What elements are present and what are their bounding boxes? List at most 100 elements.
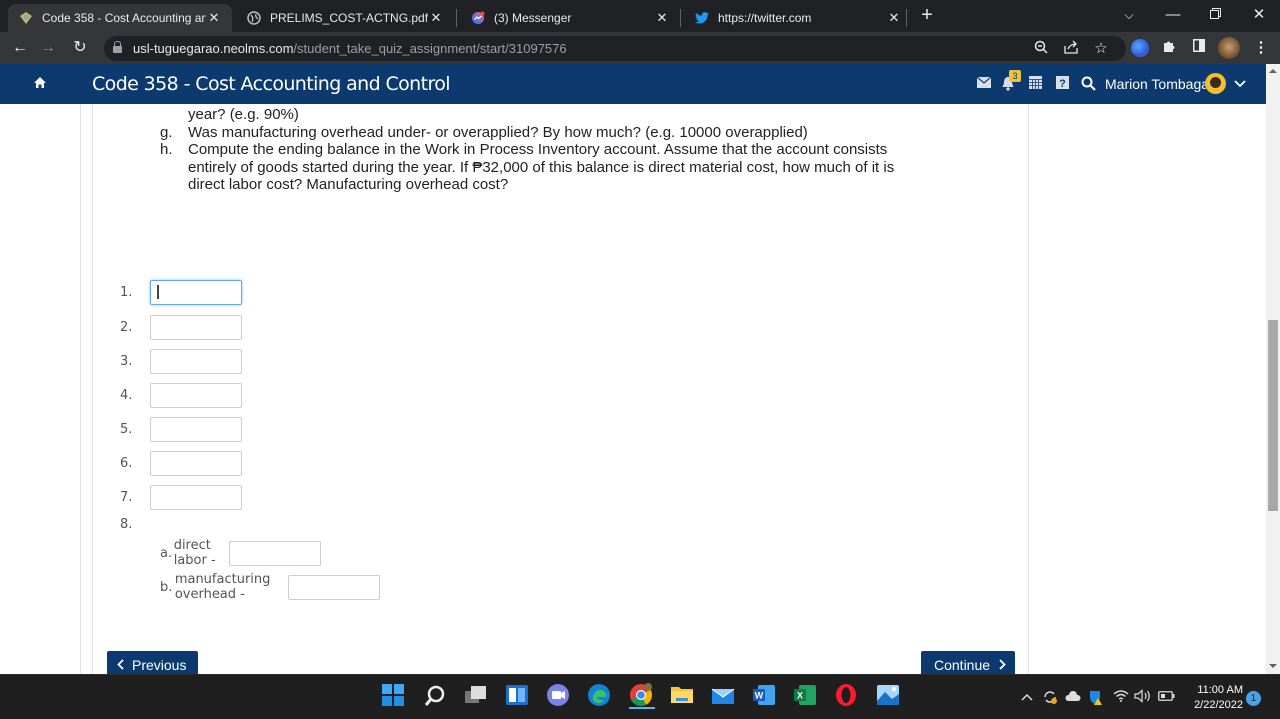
answer-row-8b: b. manufacturing overhead - (160, 572, 380, 602)
direct-labor-input[interactable] (229, 540, 322, 566)
search-icon[interactable] (422, 683, 448, 709)
tab-search-icon[interactable]: ⌵ (1116, 4, 1142, 26)
manufacturing-overhead-input[interactable] (287, 574, 380, 600)
notification-center-badge[interactable]: 1 (1246, 691, 1261, 706)
reload-button[interactable]: ↻ (70, 38, 90, 58)
forward-button[interactable]: → (38, 38, 58, 58)
battery-icon[interactable] (1157, 689, 1175, 705)
neo-lms-icon (18, 10, 34, 26)
zoom-icon[interactable] (1032, 40, 1050, 58)
question-item: year? (e.g. 90%) (188, 106, 299, 123)
start-icon[interactable] (381, 683, 407, 709)
address-bar[interactable]: usl-tuguegarao.neolms.com/student_take_q… (104, 36, 1126, 61)
chrome-icon[interactable] (629, 683, 655, 709)
course-title[interactable]: Code 358 - Cost Accounting and Control (92, 73, 451, 95)
page-scrollbar[interactable] (1266, 64, 1280, 674)
continue-button[interactable]: Continue (921, 651, 1015, 674)
photos-icon[interactable] (876, 683, 902, 709)
extension-blue-orb-icon[interactable] (1131, 39, 1149, 57)
answer-input-5[interactable] (150, 416, 242, 442)
tab-twitter[interactable]: https://twitter.com ✕ (688, 4, 908, 32)
svg-text:W: W (755, 691, 764, 701)
globe-icon (246, 10, 262, 26)
text-cursor (157, 285, 159, 299)
chrome-menu-icon[interactable]: ⋮ (1252, 39, 1270, 57)
excel-icon[interactable]: X (793, 683, 819, 709)
answer-input-3[interactable] (150, 348, 242, 374)
previous-button[interactable]: Previous (107, 651, 198, 674)
task-view-icon[interactable] (464, 683, 490, 709)
widgets-icon[interactable] (505, 683, 531, 709)
opera-icon[interactable] (834, 683, 860, 709)
close-window-button[interactable]: ✕ (1246, 4, 1272, 26)
messenger-icon (470, 10, 486, 26)
browser-tab-bar: Code 358 - Cost Accounting and Control ✕… (0, 0, 1280, 32)
answer-row-2: 2. (120, 314, 242, 340)
answer-row-8: 8. (120, 516, 133, 532)
edge-icon[interactable] (587, 683, 613, 709)
notification-badge: 3 (1009, 70, 1021, 82)
svg-text:X: X (797, 691, 803, 701)
new-tab-button[interactable]: + (916, 5, 938, 27)
teams-chat-icon[interactable] (546, 683, 572, 709)
close-tab-icon[interactable]: ✕ (428, 10, 444, 26)
system-clock[interactable]: 11:00 AM 2/22/2022 (1183, 683, 1243, 713)
word-icon[interactable]: W (752, 683, 778, 709)
app-header: Code 358 - Cost Accounting and Control ? (0, 64, 1266, 104)
restore-button[interactable] (1202, 4, 1228, 26)
answer-input-7[interactable] (150, 484, 242, 510)
extensions-puzzle-icon[interactable] (1160, 39, 1178, 57)
answer-row-3: 3. (120, 348, 242, 374)
question-item-h: h. Compute the ending balance in the Wor… (160, 141, 895, 193)
mail-icon[interactable] (976, 76, 992, 92)
lock-icon (113, 41, 122, 53)
onedrive-cloud-icon[interactable] (1065, 689, 1081, 705)
question-text: year? (e.g. 90%) g. Was manufacturing ov… (160, 106, 910, 194)
close-tab-icon[interactable]: ✕ (206, 10, 222, 26)
svg-text:?: ? (1059, 78, 1066, 89)
minimize-button[interactable]: — (1160, 4, 1186, 26)
answer-row-1: 1. (120, 279, 242, 305)
search-icon[interactable] (1080, 76, 1096, 92)
url-text[interactable]: usl-tuguegarao.neolms.com/student_take_q… (133, 41, 567, 56)
volume-icon[interactable] (1134, 689, 1152, 707)
wifi-icon[interactable] (1112, 689, 1130, 706)
user-menu-chevron-icon[interactable] (1232, 76, 1248, 92)
help-icon[interactable]: ? (1054, 76, 1070, 92)
answer-row-4: 4. (120, 382, 242, 408)
close-tab-icon[interactable]: ✕ (654, 10, 670, 26)
windows-taskbar: W X 11:00 AM 2/22/2022 1 (0, 674, 1280, 719)
answer-row-7: 7. (120, 484, 242, 510)
chevron-left-icon (117, 657, 124, 673)
question-item-g: g. Was manufacturing overhead under- or … (160, 123, 808, 141)
calendar-grid-icon[interactable] (1027, 76, 1043, 92)
answer-input-6[interactable] (150, 450, 242, 476)
tab-prelims-pdf[interactable]: PRELIMS_COST-ACTNG.pdf ✕ (240, 4, 450, 32)
tab-title: PRELIMS_COST-ACTNG.pdf (270, 11, 428, 25)
answer-row-6: 6. (120, 450, 242, 476)
tab-code-358[interactable]: Code 358 - Cost Accounting and Control ✕ (8, 4, 232, 32)
bookmark-star-icon[interactable]: ☆ (1092, 40, 1110, 58)
back-button[interactable]: ← (10, 38, 30, 58)
mail-icon[interactable] (711, 683, 737, 709)
sync-icon[interactable] (1042, 689, 1058, 709)
home-icon[interactable] (33, 76, 47, 90)
answer-input-2[interactable] (150, 314, 242, 340)
answer-input-4[interactable] (150, 382, 242, 408)
side-panel-icon[interactable] (1190, 39, 1208, 57)
scroll-up-arrow-icon[interactable] (1269, 69, 1277, 73)
user-avatar[interactable] (1205, 73, 1226, 94)
answer-row-5: 5. (120, 416, 242, 442)
security-warning-icon[interactable] (1088, 689, 1104, 709)
tab-messenger[interactable]: (3) Messenger ✕ (464, 4, 676, 32)
close-tab-icon[interactable]: ✕ (886, 10, 902, 26)
profile-avatar[interactable] (1218, 37, 1240, 59)
file-explorer-icon[interactable] (670, 683, 696, 709)
scroll-down-arrow-icon[interactable] (1269, 664, 1277, 668)
user-name[interactable]: Marion Tombaga (1105, 76, 1209, 92)
show-hidden-icons-chevron[interactable] (1020, 689, 1034, 705)
share-icon[interactable] (1062, 40, 1080, 58)
scrollbar-thumb[interactable] (1268, 320, 1278, 511)
answer-row-8a: a. direct labor - (160, 538, 322, 568)
answer-input-1[interactable] (150, 279, 242, 305)
